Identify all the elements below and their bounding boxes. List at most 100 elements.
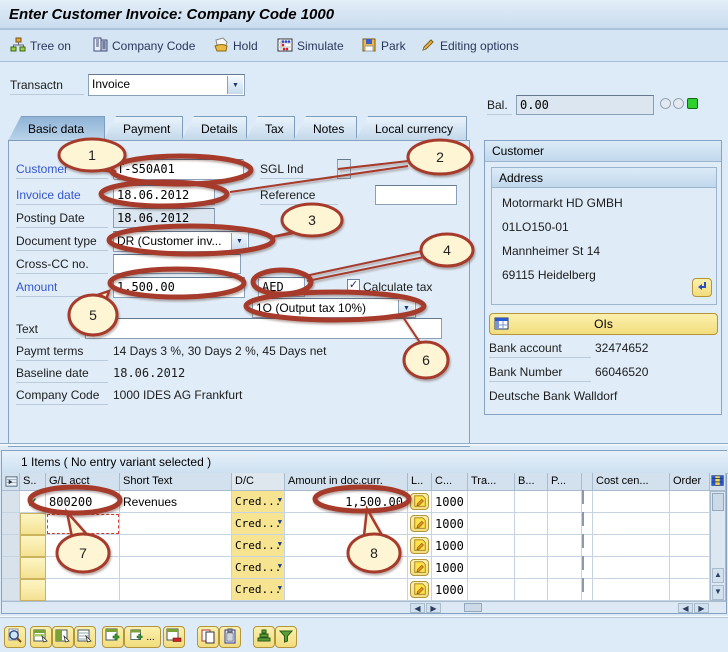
calculate-tax-checkbox[interactable]: ✓ [347, 279, 360, 292]
gl-acct-cell[interactable]: 800200 [46, 491, 120, 513]
invoice-date-field[interactable]: 18.06.2012 [113, 185, 215, 205]
chevron-down-icon[interactable]: ▼ [398, 300, 414, 316]
cost-center-cell[interactable] [593, 579, 670, 601]
scroll-left-button[interactable]: ◀ [678, 603, 693, 613]
note-pencil-icon[interactable] [410, 493, 429, 510]
b-cell[interactable] [515, 557, 548, 579]
amount-cell[interactable] [285, 557, 408, 579]
long-text-cell[interactable] [408, 513, 432, 535]
col-l[interactable]: L.. [408, 473, 432, 491]
insert-row-options-button[interactable]: ... [124, 626, 161, 648]
chevron-down-icon[interactable]: ▼ [231, 233, 247, 250]
sort-ascending-button[interactable] [253, 626, 275, 648]
row-selector[interactable] [2, 557, 20, 579]
company-code-cell[interactable]: 1000 [432, 535, 468, 557]
document-type-select[interactable]: DR (Customer inv... ▼ [113, 231, 249, 252]
tab-details[interactable]: Details [181, 116, 247, 141]
table-settings-icon[interactable] [710, 473, 726, 491]
p-cell[interactable] [548, 579, 582, 601]
flag-checkbox[interactable] [582, 556, 584, 570]
tra-cell[interactable] [468, 557, 515, 579]
scrollbar-thumb[interactable] [712, 493, 724, 511]
col-status[interactable]: S.. [20, 473, 46, 491]
hold-button[interactable]: Hold [213, 36, 258, 55]
scroll-right-button[interactable]: ▶ [426, 603, 441, 613]
company-code-cell[interactable]: 1000 [432, 557, 468, 579]
cost-center-cell[interactable] [593, 535, 670, 557]
row-selector[interactable] [2, 535, 20, 557]
text-field[interactable] [85, 318, 442, 339]
choose-detail-button[interactable] [30, 626, 52, 648]
order-cell[interactable] [670, 513, 710, 535]
company-code-button[interactable]: Company Code [92, 37, 195, 55]
dc-select[interactable]: Cred... ▼ [232, 579, 285, 601]
scroll-left-button[interactable]: ◀ [410, 603, 425, 613]
short-text-cell[interactable] [120, 557, 232, 579]
amount-cell[interactable]: 1,500.00 [285, 491, 408, 513]
cost-center-cell[interactable] [593, 557, 670, 579]
park-button[interactable]: Park [361, 37, 406, 55]
row-status[interactable] [20, 557, 46, 579]
order-cell[interactable] [670, 557, 710, 579]
horizontal-scrollbar[interactable]: ◀ ▶ ◀ ▶ [2, 601, 726, 613]
address-detail-button[interactable] [692, 278, 712, 297]
dc-select[interactable]: Cred... ▼ [232, 535, 285, 557]
tra-cell[interactable] [468, 491, 515, 513]
cost-center-cell[interactable] [593, 491, 670, 513]
note-pencil-icon[interactable] [410, 581, 429, 598]
p-cell[interactable] [548, 513, 582, 535]
customer-field[interactable]: T-S50A01 [113, 159, 244, 180]
display-detail-button[interactable] [74, 626, 96, 648]
b-cell[interactable] [515, 513, 548, 535]
col-b[interactable]: B... [515, 473, 548, 491]
currency-field[interactable]: AED [258, 277, 305, 297]
col-gl-acct[interactable]: G/L acct [46, 473, 120, 491]
tab-notes[interactable]: Notes [293, 116, 357, 141]
scroll-down-button[interactable]: ▼ [712, 585, 724, 600]
flag-cell[interactable] [582, 534, 593, 557]
row-selector-header[interactable] [2, 473, 20, 491]
reference-field[interactable] [375, 185, 457, 205]
tree-on-button[interactable]: Tree on [10, 37, 71, 55]
flag-cell[interactable] [582, 578, 593, 601]
long-text-cell[interactable] [408, 535, 432, 557]
long-text-cell[interactable] [408, 557, 432, 579]
row-selector[interactable] [2, 491, 20, 513]
chevron-down-icon[interactable]: ▼ [227, 76, 243, 94]
col-order[interactable]: Order [670, 473, 710, 491]
tra-cell[interactable] [468, 535, 515, 557]
transaction-select[interactable]: Invoice ▼ [88, 74, 245, 96]
tra-cell[interactable] [468, 579, 515, 601]
note-pencil-icon[interactable] [410, 515, 429, 532]
flag-checkbox[interactable] [582, 490, 584, 504]
col-c[interactable]: C... [432, 473, 468, 491]
col-dc[interactable]: D/C [232, 473, 285, 491]
dc-select[interactable]: Cred... ▼ [232, 513, 285, 535]
row-status[interactable] [20, 535, 46, 557]
amount-cell[interactable] [285, 535, 408, 557]
company-code-cell[interactable]: 1000 [432, 579, 468, 601]
gl-acct-cell[interactable] [46, 535, 120, 557]
col-tra[interactable]: Tra... [468, 473, 515, 491]
amount-field[interactable]: 1,500.00 [113, 277, 245, 298]
tab-basic-data[interactable]: Basic data [8, 116, 105, 141]
note-pencil-icon[interactable] [410, 537, 429, 554]
tab-local-currency[interactable]: Local currency [355, 116, 467, 141]
flag-cell[interactable] [582, 512, 593, 535]
b-cell[interactable] [515, 579, 548, 601]
filter-button[interactable] [275, 626, 297, 648]
short-text-cell[interactable] [120, 513, 232, 535]
b-cell[interactable] [515, 491, 548, 513]
order-cell[interactable] [670, 535, 710, 557]
order-cell[interactable] [670, 491, 710, 513]
company-code-cell[interactable]: 1000 [432, 491, 468, 513]
ois-button[interactable]: OIs [489, 313, 718, 335]
short-text-cell[interactable] [120, 535, 232, 557]
row-selector[interactable] [2, 513, 20, 535]
col-p[interactable]: P... [548, 473, 582, 491]
flag-checkbox[interactable] [582, 578, 584, 592]
cross-cc-field[interactable] [113, 254, 241, 274]
row-status[interactable] [20, 513, 46, 535]
tab-tax[interactable]: Tax [245, 116, 295, 141]
vertical-scrollbar[interactable]: ▲ ▼ [710, 491, 726, 601]
